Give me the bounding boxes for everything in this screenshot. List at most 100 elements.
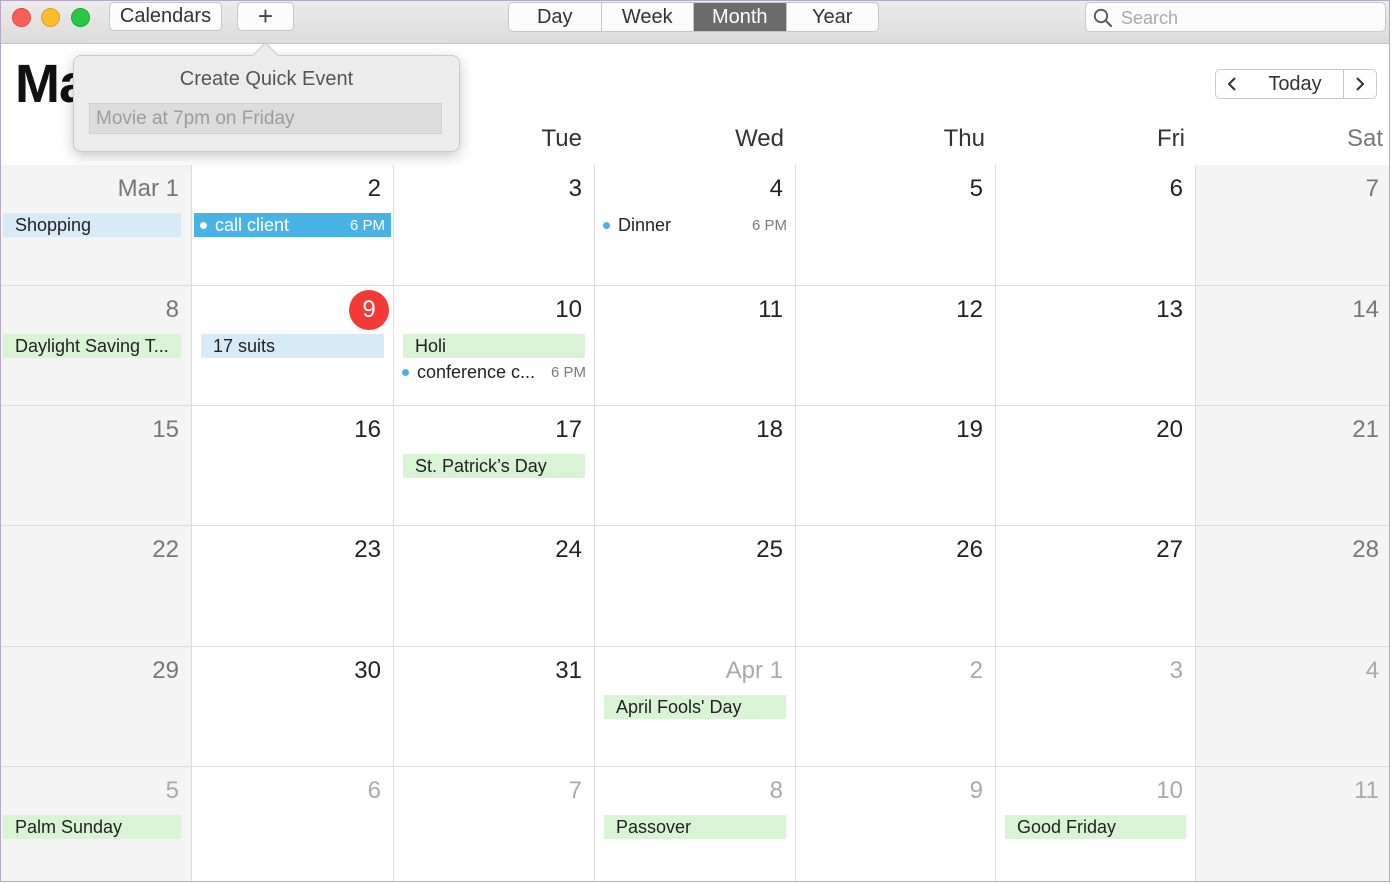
- day-cell[interactable]: 11: [595, 286, 796, 406]
- all-day-event[interactable]: St. Patrick’s Day: [403, 454, 585, 478]
- chevron-left-icon: [1227, 77, 1236, 91]
- day-cell[interactable]: 2: [796, 647, 996, 767]
- day-cell[interactable]: 24: [394, 526, 595, 647]
- day-cell[interactable]: 6: [996, 165, 1196, 286]
- day-cell[interactable]: 9: [796, 767, 996, 881]
- day-cell[interactable]: 6: [192, 767, 394, 881]
- day-number: 4: [1365, 657, 1379, 684]
- day-cell[interactable]: 4 Dinner 6 PM: [595, 165, 796, 286]
- day-cell[interactable]: 23: [192, 526, 394, 647]
- day-number: 11: [758, 296, 783, 323]
- day-cell[interactable]: 27: [996, 526, 1196, 647]
- day-number: 30: [354, 657, 381, 684]
- day-number: 18: [756, 416, 783, 443]
- all-day-event[interactable]: Daylight Saving T...: [3, 334, 181, 358]
- calendar-event[interactable]: conference c... 6 PM: [402, 360, 586, 384]
- view-tab-day[interactable]: Day: [509, 3, 602, 31]
- day-cell[interactable]: 10 Holi conference c... 6 PM: [394, 286, 595, 406]
- event-dot-icon: [200, 221, 207, 229]
- day-cell[interactable]: Mar 1 Shopping: [1, 165, 192, 286]
- all-day-event[interactable]: Passover: [604, 815, 786, 839]
- day-number: 10: [1156, 777, 1183, 804]
- day-number: 11: [1354, 777, 1379, 804]
- day-cell[interactable]: 26: [796, 526, 996, 647]
- view-tab-month[interactable]: Month: [694, 3, 787, 31]
- next-month-button[interactable]: [1344, 69, 1377, 99]
- day-cell[interactable]: 16: [192, 406, 394, 526]
- all-day-event[interactable]: Palm Sunday: [3, 815, 181, 839]
- day-number: 23: [354, 536, 381, 563]
- day-cell[interactable]: 20: [996, 406, 1196, 526]
- day-cell[interactable]: 31: [394, 647, 595, 767]
- view-tab-week[interactable]: Week: [602, 3, 694, 31]
- day-cell[interactable]: 10 Good Friday: [996, 767, 1196, 881]
- calendar-window: Calendars + Day Week Month Year Ma Today…: [0, 0, 1390, 882]
- weekday-wed: Wed: [735, 125, 784, 152]
- popover-arrow: [252, 42, 279, 69]
- calendars-button[interactable]: Calendars: [109, 2, 222, 31]
- day-cell[interactable]: 3: [996, 647, 1196, 767]
- weekday-thu: Thu: [943, 125, 985, 152]
- day-cell[interactable]: 7: [394, 767, 595, 881]
- day-cell[interactable]: 2 call client 6 PM: [192, 165, 394, 286]
- day-number: 26: [956, 536, 983, 563]
- day-cell[interactable]: 13: [996, 286, 1196, 406]
- day-cell[interactable]: 8 Passover: [595, 767, 796, 881]
- close-window-button[interactable]: [12, 8, 31, 27]
- day-number: 12: [956, 296, 983, 323]
- today-date-badge: 9: [349, 290, 389, 330]
- day-number: 8: [165, 296, 179, 323]
- day-cell[interactable]: Apr 1 April Fools' Day: [595, 647, 796, 767]
- minimize-window-button[interactable]: [41, 8, 60, 27]
- day-cell[interactable]: 3: [394, 165, 595, 286]
- day-cell[interactable]: 30: [192, 647, 394, 767]
- day-cell[interactable]: 29: [1, 647, 192, 767]
- day-number: 29: [152, 657, 179, 684]
- day-cell[interactable]: 9 17 suits: [192, 286, 394, 406]
- day-cell[interactable]: 12: [796, 286, 996, 406]
- day-cell[interactable]: 5: [796, 165, 996, 286]
- quick-event-input[interactable]: [89, 103, 442, 134]
- day-cell[interactable]: 8 Daylight Saving T...: [1, 286, 192, 406]
- event-dot-icon: [603, 221, 610, 229]
- zoom-window-button[interactable]: [71, 8, 90, 27]
- day-cell[interactable]: 25: [595, 526, 796, 647]
- day-cell[interactable]: 7: [1196, 165, 1389, 286]
- event-title: call client: [215, 214, 290, 235]
- day-cell[interactable]: 19: [796, 406, 996, 526]
- search-input[interactable]: [1119, 3, 1383, 33]
- today-button[interactable]: Today: [1247, 69, 1344, 99]
- event-title: Holi: [415, 335, 447, 356]
- day-cell[interactable]: 17 St. Patrick’s Day: [394, 406, 595, 526]
- all-day-event[interactable]: April Fools' Day: [604, 695, 786, 719]
- day-number: 10: [555, 296, 582, 323]
- calendar-event[interactable]: Dinner 6 PM: [603, 213, 787, 237]
- day-cell[interactable]: 11: [1196, 767, 1389, 881]
- chevron-right-icon: [1356, 77, 1365, 91]
- day-cell[interactable]: 21: [1196, 406, 1389, 526]
- all-day-event[interactable]: Good Friday: [1005, 815, 1186, 839]
- all-day-event[interactable]: Shopping: [3, 213, 181, 237]
- view-tab-year[interactable]: Year: [787, 3, 879, 31]
- calendar-event[interactable]: call client 6 PM: [194, 213, 391, 237]
- all-day-event[interactable]: Holi: [403, 334, 585, 358]
- day-number: 15: [152, 416, 179, 443]
- day-cell[interactable]: 4: [1196, 647, 1389, 767]
- day-number: 5: [969, 175, 983, 202]
- day-number: 28: [1352, 536, 1379, 563]
- weekday-fri: Fri: [1157, 125, 1185, 152]
- day-cell[interactable]: 28: [1196, 526, 1389, 647]
- day-cell[interactable]: 5 Palm Sunday: [1, 767, 192, 881]
- search-field[interactable]: [1085, 2, 1386, 33]
- day-cell[interactable]: 18: [595, 406, 796, 526]
- add-event-button[interactable]: +: [237, 1, 294, 31]
- event-title: Shopping: [15, 214, 92, 235]
- all-day-event[interactable]: 17 suits: [201, 334, 384, 358]
- day-number: Mar 1: [117, 175, 179, 202]
- day-cell[interactable]: 14: [1196, 286, 1389, 406]
- day-cell[interactable]: 15: [1, 406, 192, 526]
- event-time: 6 PM: [349, 216, 385, 234]
- previous-month-button[interactable]: [1215, 69, 1248, 99]
- day-cell[interactable]: 22: [1, 526, 192, 647]
- event-title: Palm Sunday: [15, 816, 123, 837]
